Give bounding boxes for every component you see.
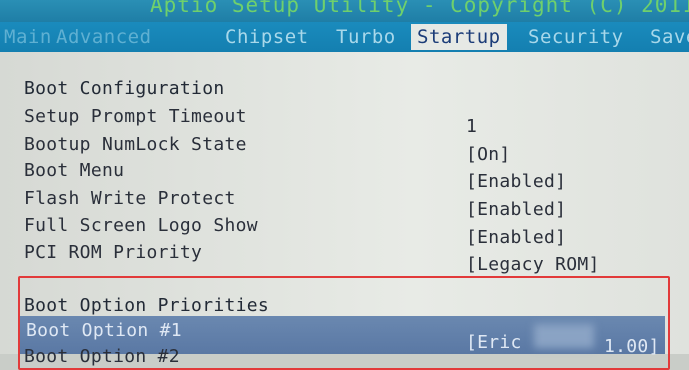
tab-chipset[interactable]: Chipset	[225, 24, 309, 50]
section-heading-boot-configuration: Boot Configuration	[24, 78, 225, 99]
section-heading-boot-option-priorities: Boot Option Priorities	[24, 295, 270, 316]
value-setup-prompt-timeout[interactable]: 1	[466, 116, 477, 137]
setting-bootup-numlock-state[interactable]: Bootup NumLock State	[24, 134, 247, 155]
value-full-screen-logo-show[interactable]: [Enabled]	[466, 227, 566, 248]
tab-save[interactable]: Save	[650, 24, 689, 50]
tab-main[interactable]: Main	[4, 24, 52, 50]
setting-full-screen-logo-show[interactable]: Full Screen Logo Show	[24, 215, 258, 236]
title-bar: Aptio Setup Utility - Copyright (C) 2011	[0, 0, 689, 22]
window-title: Aptio Setup Utility - Copyright (C) 2011	[150, 0, 689, 17]
value-boot-option-1[interactable]: [Eric	[466, 332, 522, 353]
setting-boot-menu[interactable]: Boot Menu	[24, 160, 124, 181]
tab-startup[interactable]: Startup	[411, 24, 507, 50]
tab-advanced[interactable]: Advanced	[56, 24, 152, 50]
value-bootup-numlock-state[interactable]: [On]	[466, 144, 511, 165]
setting-pci-rom-priority[interactable]: PCI ROM Priority	[24, 242, 202, 263]
tab-bar: Main Advanced Chipset Turbo Startup Secu…	[0, 22, 689, 52]
value-flash-write-protect[interactable]: [Enabled]	[466, 199, 566, 220]
value-pci-rom-priority[interactable]: [Legacy ROM]	[466, 254, 600, 275]
redacted-region	[534, 324, 594, 348]
tab-security[interactable]: Security	[528, 24, 624, 50]
setting-boot-option-1[interactable]: Boot Option #1	[26, 320, 182, 341]
value-boot-menu[interactable]: [Enabled]	[466, 171, 566, 192]
setting-setup-prompt-timeout[interactable]: Setup Prompt Timeout	[24, 106, 247, 127]
setting-boot-option-2[interactable]: Boot Option #2	[24, 346, 180, 367]
tab-turbo[interactable]: Turbo	[336, 24, 396, 50]
setting-flash-write-protect[interactable]: Flash Write Protect	[24, 188, 236, 209]
